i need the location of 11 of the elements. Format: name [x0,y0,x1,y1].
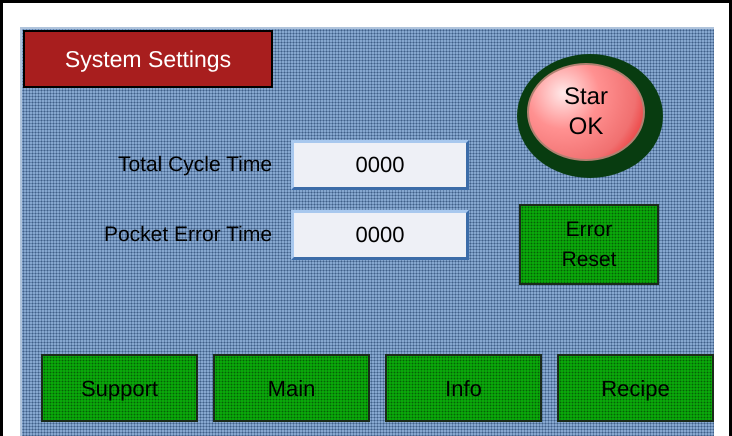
value-field[interactable]: 0000 [291,210,469,260]
nav-button[interactable]: Recipe [557,354,714,422]
value-field[interactable]: 0000 [291,140,469,190]
nav-button[interactable]: Support [41,354,198,422]
field-label: Total Cycle Time [116,152,273,178]
page-title: System Settings [23,30,273,88]
field-label: Pocket Error Time [102,222,273,248]
nav-button[interactable]: Main [213,354,370,422]
nav-button[interactable]: Info [385,354,542,422]
start-button[interactable]: Star OK [517,54,663,178]
error-reset-button[interactable]: Error Reset [519,204,659,285]
